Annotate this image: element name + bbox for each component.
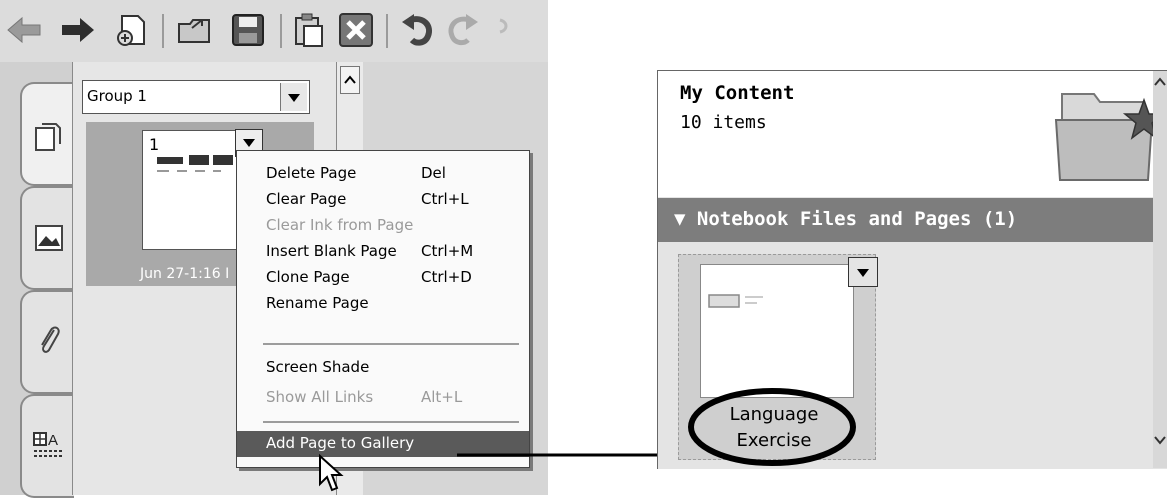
forward-arrow-icon[interactable] [60, 12, 96, 48]
menu-item-label: Show All Links [266, 388, 374, 406]
properties-icon: A [33, 432, 64, 457]
chevron-down-icon [288, 94, 300, 102]
section-title: ▼ Notebook Files and Pages (1) [674, 208, 1018, 230]
notebook-files-section-header[interactable]: ▼ Notebook Files and Pages (1) [658, 198, 1154, 242]
menu-item-clear-page[interactable]: Clear Page Ctrl+L [237, 187, 529, 213]
menu-item-shortcut: Del [421, 164, 446, 182]
menu-item-label: Screen Shade [266, 358, 370, 376]
menu-item-clone-page[interactable]: Clone Page Ctrl+D [237, 265, 529, 291]
chevron-up-icon [344, 75, 356, 84]
highlight-ellipse [688, 388, 856, 466]
menu-item-clear-ink-from-page: Clear Ink from Page [237, 213, 529, 239]
menu-item-insert-blank-page[interactable]: Insert Blank Page Ctrl+M [237, 239, 529, 265]
paste-icon[interactable] [292, 12, 328, 48]
chevron-down-icon [857, 269, 869, 277]
menu-item-show-all-links: Show All Links Alt+L [237, 385, 529, 411]
toolbar-separator [280, 14, 282, 48]
delete-icon[interactable] [338, 12, 374, 48]
save-icon[interactable] [230, 12, 266, 48]
gallery-item-thumbnail[interactable] [700, 264, 854, 398]
menu-item-label: Add Page to Gallery [266, 434, 415, 452]
menu-separator [263, 343, 519, 345]
gallery-scrollbar[interactable] [1153, 71, 1167, 468]
thumbnail-preview-icon [708, 294, 763, 308]
scroll-up-button[interactable] [340, 66, 360, 94]
cut-off-icon [499, 18, 508, 34]
group-select-value: Group 1 [87, 87, 147, 105]
group-select-dropdown-button[interactable] [280, 83, 307, 111]
chevron-down-icon [243, 139, 255, 147]
menu-item-shortcut: Ctrl+L [421, 190, 469, 208]
thumbnail-preview-icon [157, 155, 233, 172]
menu-item-screen-shade[interactable]: Screen Shade [237, 355, 529, 381]
menu-item-label: Delete Page [266, 164, 357, 182]
open-file-icon[interactable] [176, 12, 212, 48]
menu-item-shortcut: Ctrl+D [421, 268, 472, 286]
chevron-up-icon [1154, 77, 1166, 86]
gallery-icon [35, 225, 63, 251]
page-sorter-icon [35, 123, 61, 151]
tab-gallery[interactable] [20, 186, 74, 290]
my-content-count: 10 items [680, 112, 767, 133]
back-arrow-icon[interactable] [6, 12, 42, 48]
toolbar [0, 0, 548, 62]
menu-item-label: Clear Ink from Page [266, 216, 414, 234]
menu-item-label: Insert Blank Page [266, 242, 397, 260]
menu-item-shortcut: Alt+L [421, 388, 463, 406]
my-content-title: My Content [680, 82, 795, 104]
menu-item-label: Rename Page [266, 294, 369, 312]
menu-item-delete-page[interactable]: Delete Page Del [237, 161, 529, 187]
folder-star-icon [1054, 93, 1164, 181]
toolbar-separator [162, 14, 164, 48]
menu-item-shortcut: Ctrl+M [421, 242, 474, 260]
menu-separator [263, 421, 519, 423]
page-context-menu: Delete Page Del Clear Page Ctrl+L Clear … [236, 150, 530, 468]
tab-page-sorter[interactable] [20, 82, 74, 186]
chevron-down-icon [1154, 436, 1166, 445]
redo-icon[interactable] [446, 12, 482, 48]
thumbnail-date: Jun 27-1:16 I [140, 266, 230, 282]
gallery-item-menu-button[interactable] [848, 257, 878, 287]
tab-attachments[interactable] [20, 290, 74, 394]
undo-icon[interactable] [398, 12, 434, 48]
toolbar-separator [386, 14, 388, 48]
svg-text:A: A [48, 432, 58, 449]
menu-item-label: Clear Page [266, 190, 347, 208]
menu-item-rename-page[interactable]: Rename Page [237, 291, 529, 317]
group-select[interactable]: Group 1 [82, 80, 310, 114]
attachments-icon [41, 326, 60, 353]
mouse-cursor-icon [319, 454, 344, 492]
new-page-icon[interactable] [114, 12, 150, 48]
tab-properties[interactable]: A [20, 394, 74, 498]
menu-item-label: Clone Page [266, 268, 350, 286]
